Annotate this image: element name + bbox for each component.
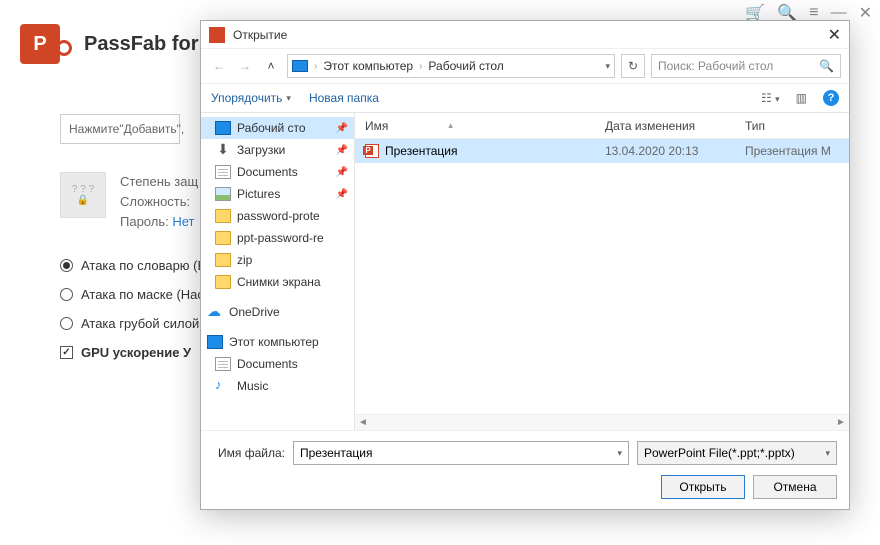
column-name[interactable]: Имя <box>365 119 388 133</box>
sidebar-item-folder[interactable]: ppt-password-re <box>201 227 354 249</box>
help-icon[interactable]: ? <box>823 90 839 106</box>
picture-icon <box>215 187 231 201</box>
sort-asc-icon: ▴ <box>448 120 453 131</box>
dialog-title: Открытие <box>233 28 828 42</box>
filetype-select[interactable]: PowerPoint File(*.ppt;*.pptx)▾ <box>637 441 837 465</box>
filename-label: Имя файла: <box>213 446 285 460</box>
folder-icon <box>215 231 231 245</box>
sidebar-item-folder[interactable]: zip <box>201 249 354 271</box>
status-password-label: Пароль: <box>120 214 169 229</box>
desktop-icon <box>215 121 231 135</box>
sidebar-item-documents[interactable]: Documents📌 <box>201 161 354 183</box>
download-icon: ⬇ <box>215 143 231 157</box>
pc-icon <box>292 60 308 72</box>
view-button[interactable]: ☷ ▾ <box>761 91 780 105</box>
close-app-icon[interactable]: ✕ <box>859 3 872 23</box>
sidebar-item-thispc[interactable]: Этот компьютер <box>201 331 354 353</box>
up-icon[interactable]: ˄ <box>261 59 281 73</box>
radio-icon <box>60 317 73 330</box>
search-input[interactable]: Поиск: Рабочий стол 🔍 <box>651 54 841 78</box>
document-icon <box>215 165 231 179</box>
pc-icon <box>207 335 223 349</box>
file-open-dialog: Открытие ✕ ← → ˄ › Этот компьютер › Рабо… <box>200 20 850 510</box>
chevron-right-icon: › <box>419 61 422 72</box>
status-protection: Степень защ <box>120 172 198 192</box>
filename-input[interactable]: Презентация▾ <box>293 441 629 465</box>
status-complexity: Сложность: <box>120 192 198 212</box>
radio-icon <box>60 259 73 272</box>
status-icon: ? ? ? 🔒 <box>60 172 106 218</box>
sidebar-item-pictures[interactable]: Pictures📌 <box>201 183 354 205</box>
pin-icon: 📌 <box>336 189 348 200</box>
column-date[interactable]: Дата изменения <box>605 119 745 133</box>
column-type[interactable]: Тип <box>745 119 849 133</box>
file-name: Презентация <box>385 144 458 158</box>
sidebar-item-documents[interactable]: Documents <box>201 353 354 375</box>
status-password-value[interactable]: Нет <box>172 214 194 229</box>
new-folder-button[interactable]: Новая папка <box>309 91 379 105</box>
sidebar-item-music[interactable]: ♪Music <box>201 375 354 397</box>
chevron-down-icon: ▾ <box>825 448 830 459</box>
breadcrumb-folder[interactable]: Рабочий стол <box>428 59 503 73</box>
file-date: 13.04.2020 20:13 <box>605 144 745 158</box>
ppt-icon <box>209 27 225 43</box>
search-placeholder: Поиск: Рабочий стол <box>658 59 773 73</box>
pin-icon: 📌 <box>336 123 348 134</box>
pin-icon: 📌 <box>336 167 348 178</box>
app-logo: P <box>20 24 60 64</box>
address-bar[interactable]: › Этот компьютер › Рабочий стол ▾ <box>287 54 615 78</box>
chevron-down-icon[interactable]: ▾ <box>605 61 610 72</box>
preview-button[interactable]: ▥ <box>796 91 807 105</box>
sidebar-item-onedrive[interactable]: ☁OneDrive <box>201 301 354 323</box>
scroll-right-icon[interactable]: ► <box>833 415 849 430</box>
cloud-icon: ☁ <box>207 305 223 319</box>
refresh-button[interactable]: ↻ <box>621 54 645 78</box>
file-type: Презентация M <box>745 144 849 158</box>
search-icon: 🔍 <box>819 59 834 73</box>
checkbox-icon <box>60 346 73 359</box>
file-row[interactable]: Презентация 13.04.2020 20:13 Презентация… <box>355 139 849 163</box>
close-icon[interactable]: ✕ <box>828 25 841 45</box>
document-icon <box>215 357 231 371</box>
chevron-right-icon: › <box>314 61 317 72</box>
folder-icon <box>215 275 231 289</box>
h-scrollbar[interactable]: ◄► <box>355 414 849 430</box>
folder-icon <box>215 209 231 223</box>
music-icon: ♪ <box>215 379 231 393</box>
radio-icon <box>60 288 73 301</box>
cancel-button[interactable]: Отмена <box>753 475 837 499</box>
pin-icon: 📌 <box>336 145 348 156</box>
sidebar-item-downloads[interactable]: ⬇Загрузки📌 <box>201 139 354 161</box>
sidebar: Рабочий сто📌 ⬇Загрузки📌 Documents📌 Pictu… <box>201 113 355 430</box>
forward-icon: → <box>235 59 255 73</box>
open-button[interactable]: Открыть <box>661 475 745 499</box>
chevron-down-icon[interactable]: ▾ <box>617 448 622 459</box>
add-file-field[interactable]: Нажмите"Добавить", <box>60 114 180 144</box>
sidebar-item-desktop[interactable]: Рабочий сто📌 <box>201 117 354 139</box>
breadcrumb-root[interactable]: Этот компьютер <box>323 59 413 73</box>
back-icon[interactable]: ← <box>209 59 229 73</box>
sidebar-item-folder[interactable]: password-prote <box>201 205 354 227</box>
scroll-left-icon[interactable]: ◄ <box>355 415 371 430</box>
organize-button[interactable]: Упорядочить▾ <box>211 91 291 105</box>
ppt-file-icon <box>365 144 379 158</box>
folder-icon <box>215 253 231 267</box>
sidebar-item-folder[interactable]: Снимки экрана <box>201 271 354 293</box>
